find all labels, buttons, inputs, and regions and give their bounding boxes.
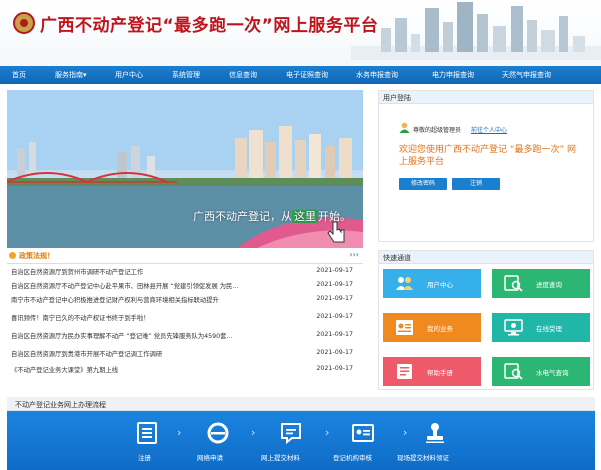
city-river-scene [7,90,363,248]
news-item-title: 喜讯频传！南宁已久的不动产权证书终于到手啦！ [11,315,150,322]
news-item[interactable]: 《不动产登记业务大课堂》第九期上线 2021-09-17 [9,365,361,376]
news-more-link[interactable]: ››› [349,250,359,259]
chevron-right-icon: › [251,426,256,439]
nav-item-system-admin[interactable]: 系统管理 [172,70,200,80]
hand-pointer-icon [327,221,345,243]
process-title: 不动产登记业务网上办理流程 [15,401,106,409]
news-item[interactable]: 自治区自然资源厅不动产登记中心赴平果市、田林县开展 “党建引领促发展 为民...… [9,281,361,292]
tile-label: 水电气查询 [536,369,569,377]
change-password-button[interactable]: 修改密码 [399,178,447,190]
process-header: 不动产登记业务网上办理流程 [7,397,595,411]
register-icon [137,422,157,444]
nav-item-e-certificate[interactable]: 电子证照查询 [286,70,328,80]
user-name: 尊敬的超级管理员 [413,127,462,134]
help-book-icon [397,364,412,379]
user-login-panel: 用户登陆 尊敬的超级管理员 前往个人中心 欢迎您使用广西不动产登记 “最多跑一次… [378,90,594,242]
chevron-right-icon: › [177,426,182,439]
news-item-date: 2021-09-17 [316,365,353,372]
quick-access-panel: 快速通道 用户中心 进度查询 我的业务 在线受理 帮助手册 水电气查询 [378,250,594,390]
news-item[interactable]: 自治区自然资源厅到贺州市调研不动产登记工作 2021-09-17 [9,267,361,278]
browser-icon [207,422,229,444]
users-icon [396,277,413,290]
process-steps: 注册 › 网络申请 › 网上提交材料 › 登记机构审核 › 现场提交材料领证 [7,411,595,470]
step-label: 网上提交材料 [261,454,300,462]
nav-item-user-center[interactable]: 用户中心 [115,70,143,80]
news-item-title: 《不动产登记业务大课堂》第九期上线 [11,367,119,374]
news-item[interactable]: 喜讯频传！南宁已久的不动产权证书终于到手啦！ 2021-09-17 [9,313,361,324]
chevron-right-icon: › [325,426,330,439]
tile-progress-query[interactable]: 进度查询 [492,269,590,298]
online-accept-icon [504,319,523,336]
nav-item-home[interactable]: 首页 [12,70,26,80]
tile-user-center[interactable]: 用户中心 [383,269,481,298]
news-item-date: 2021-09-17 [316,267,353,274]
news-title: 政策法规！ [19,252,54,260]
step-label: 网络申请 [197,454,223,462]
nav-item-info-query[interactable]: 信息查询 [229,70,257,80]
caption-highlight-link[interactable]: 这里 [292,210,318,223]
personal-center-link[interactable]: 前往个人中心 [471,125,507,134]
quick-panel-title: 快速通道 [383,254,411,262]
emblem-logo-icon [13,12,35,34]
step-label: 注册 [138,454,151,462]
step-onsite-collect[interactable]: 现场提交材料领证 [395,411,475,470]
review-icon [352,424,374,442]
quick-panel-header: 快速通道 [379,251,593,264]
news-item[interactable]: 南宁市不动产登记中心积极推进登记财产权利与营商环境相关指标联动提升 2021-09… [9,295,361,306]
news-item-title: 南宁市不动产登记中心积极推进登记财产权利与营商环境相关指标联动提升 [11,297,219,304]
tile-online-accept[interactable]: 在线受理 [492,313,590,342]
nav-item-service-guide[interactable]: 服务指南▾ [55,70,87,80]
tile-utility-query[interactable]: 水电气查询 [492,357,590,386]
logout-button[interactable]: 注销 [452,178,500,190]
welcome-message: 欢迎您使用广西不动产登记 “最多跑一次” 网上服务平台 [399,145,577,167]
login-panel-title: 用户登陆 [383,94,411,102]
business-icon [396,320,413,335]
search-progress-icon [504,275,523,292]
site-title: 广西不动产登记“最多跑一次”网上服务平台 [40,16,379,36]
news-header: 政策法规！ ››› [7,250,363,264]
tile-label: 帮助手册 [427,369,453,377]
news-item-date: 2021-09-17 [316,313,353,320]
caption-prefix: 广西不动产登记，从 [193,210,292,223]
main-nav: 首页 服务指南▾ 用户中心 系统管理 信息查询 电子证照查询 水务申报查询 电力… [0,66,601,84]
news-item[interactable]: 自治区自然资源厅到贵港市开展不动产登记调工作调研 2021-09-17 [9,349,361,360]
news-item-title: 自治区自然资源厅不动产登记中心赴平果市、田林县开展 “党建引领促发展 为民... [11,283,239,290]
news-item[interactable]: 自治区自然资源厅为民办实事理解不动产 “登记难” 党员先锋服务队为4590套..… [9,331,361,342]
news-item-title: 自治区自然资源厅到贺州市调研不动产登记工作 [11,269,144,276]
news-item-title: 自治区自然资源厅为民办实事理解不动产 “登记难” 党员先锋服务队为4590套..… [11,333,233,340]
tile-my-business[interactable]: 我的业务 [383,313,481,342]
step-submit-online[interactable]: 网上提交材料 [261,411,321,470]
step-label: 登记机构审核 [333,454,372,462]
news-bullet-icon [9,252,16,259]
nav-item-water-query[interactable]: 水务申报查询 [356,70,398,80]
step-online-apply[interactable]: 网络申请 [193,411,243,470]
news-item-date: 2021-09-17 [316,331,353,338]
step-label: 现场提交材料领证 [397,454,449,462]
tile-label: 在线受理 [536,325,562,333]
nav-item-power-query[interactable]: 电力申报查询 [432,70,474,80]
tile-label: 用户中心 [427,281,453,289]
stamp-icon [426,423,444,443]
skyline-decoration [351,2,601,60]
news-item-date: 2021-09-17 [316,349,353,356]
login-panel-header: 用户登陆 [379,91,593,104]
utility-query-icon [504,363,523,380]
step-register[interactable]: 注册 [132,411,162,470]
tile-label: 进度查询 [536,281,562,289]
process-section: 不动产登记业务网上办理流程 注册 › 网络申请 › 网上提交材料 › 登记机构审… [7,397,595,470]
tile-label: 我的业务 [427,325,453,333]
banner-image[interactable]: 广西不动产登记，从 这里 开始。 [7,90,363,248]
nav-item-gas-query[interactable]: 天然气申报查询 [502,70,551,80]
user-avatar-icon [399,122,410,133]
submit-material-icon [281,423,301,445]
news-item-date: 2021-09-17 [316,295,353,302]
site-header: 广西不动产登记“最多跑一次”网上服务平台 [0,0,601,66]
news-item-date: 2021-09-17 [316,281,353,288]
tile-help-manual[interactable]: 帮助手册 [383,357,481,386]
news-item-title: 自治区自然资源厅到贵港市开展不动产登记调工作调研 [11,351,163,358]
step-review[interactable]: 登记机构审核 [333,411,393,470]
